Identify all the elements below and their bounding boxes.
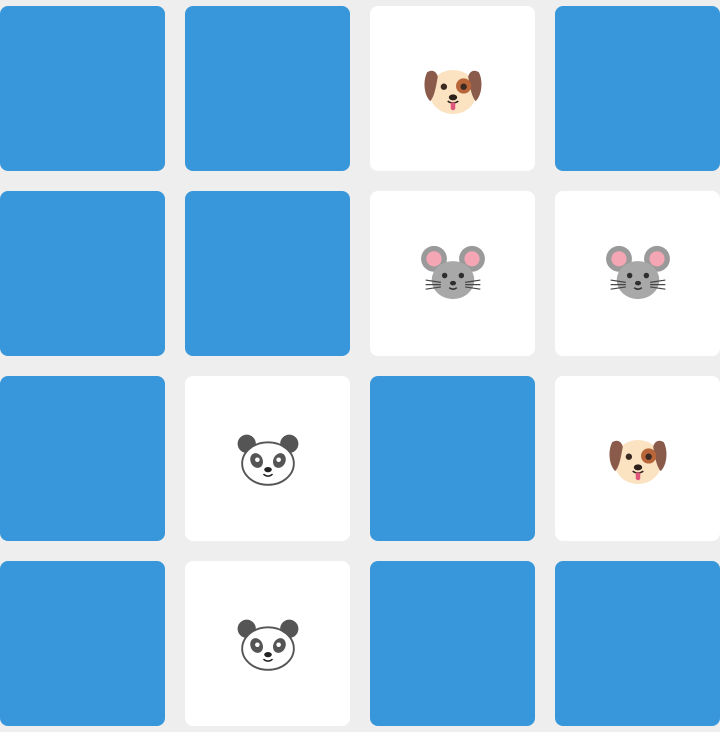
card-face-up[interactable] — [555, 376, 720, 541]
card-face-up[interactable] — [185, 376, 350, 541]
card-face-up[interactable] — [370, 6, 535, 171]
card-face-up[interactable] — [555, 191, 720, 356]
card-face-down[interactable] — [370, 561, 535, 726]
card-face-down[interactable] — [0, 191, 165, 356]
mouse-face-icon — [600, 236, 676, 312]
card-face-down[interactable] — [185, 6, 350, 171]
panda-face-icon — [230, 421, 306, 497]
card-face-up[interactable] — [185, 561, 350, 726]
card-face-down[interactable] — [555, 561, 720, 726]
card-face-down[interactable] — [555, 6, 720, 171]
card-face-down[interactable] — [185, 191, 350, 356]
card-face-down[interactable] — [0, 376, 165, 541]
card-face-up[interactable] — [370, 191, 535, 356]
mouse-face-icon — [415, 236, 491, 312]
card-face-down[interactable] — [370, 376, 535, 541]
panda-face-icon — [230, 606, 306, 682]
card-face-down[interactable] — [0, 561, 165, 726]
card-face-down[interactable] — [0, 6, 165, 171]
dog-face-icon — [415, 51, 491, 127]
dog-face-icon — [600, 421, 676, 497]
memory-game-board — [0, 0, 720, 732]
